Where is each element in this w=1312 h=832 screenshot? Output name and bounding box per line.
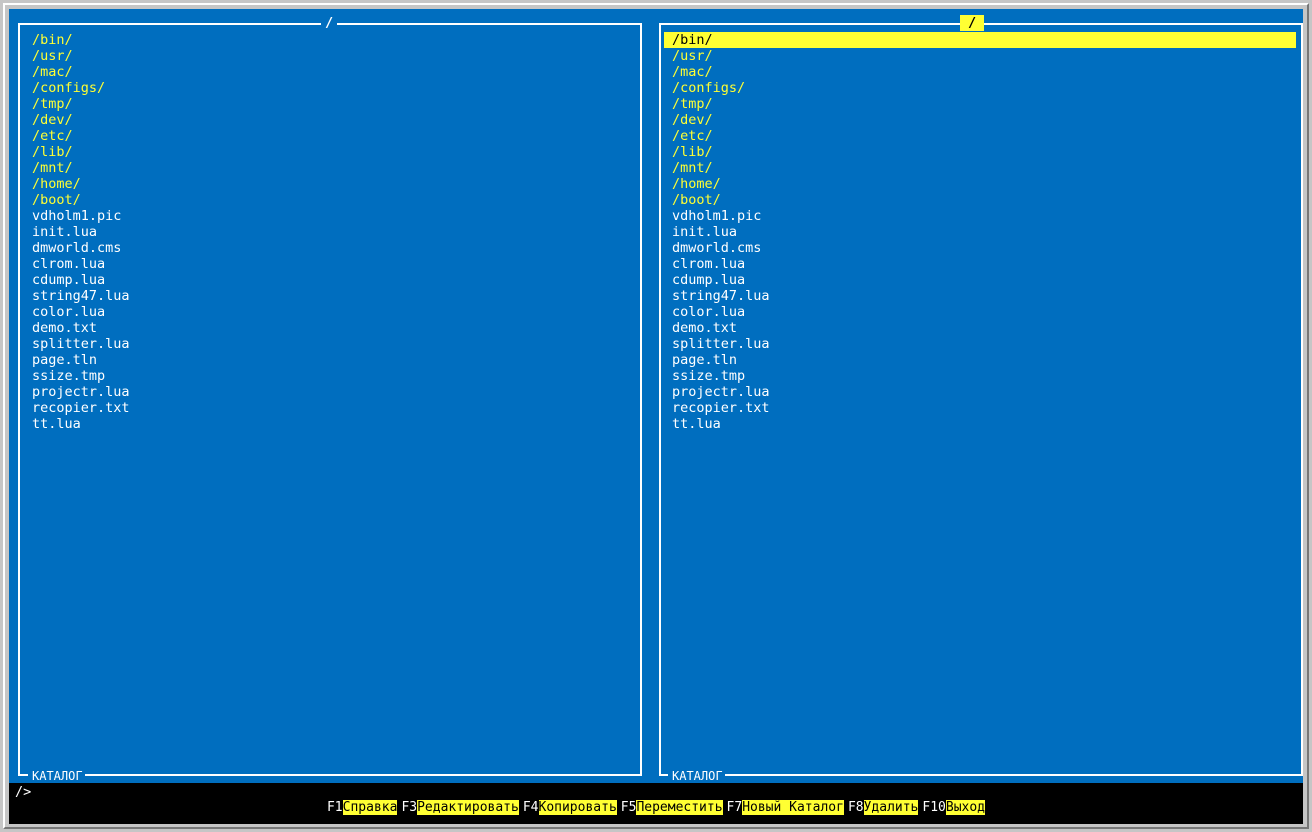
fkey-label: Редактировать (417, 800, 519, 815)
fkey-f1[interactable]: F1Справка (326, 799, 398, 817)
file-item[interactable]: string47.lua (32, 288, 639, 304)
file-item[interactable]: color.lua (32, 304, 639, 320)
file-item[interactable]: tt.lua (672, 416, 1296, 432)
file-item[interactable]: splitter.lua (672, 336, 1296, 352)
file-item[interactable]: ssize.tmp (32, 368, 639, 384)
fkey-f3[interactable]: F3Редактировать (401, 799, 519, 817)
right-file-list[interactable]: /bin//usr//mac//configs//tmp//dev//etc//… (664, 32, 1296, 432)
left-panel[interactable]: / /bin//usr//mac//configs//tmp//dev//etc… (9, 9, 649, 783)
directory-item[interactable]: /boot/ (672, 192, 1296, 208)
file-item[interactable]: dmworld.cms (32, 240, 639, 256)
fkey-label: Новый Каталог (742, 800, 844, 815)
file-item[interactable]: color.lua (672, 304, 1296, 320)
fkey-label: Копировать (538, 800, 617, 815)
directory-item[interactable]: /mnt/ (672, 160, 1296, 176)
directory-item[interactable]: /tmp/ (32, 96, 639, 112)
directory-item[interactable]: /mnt/ (32, 160, 639, 176)
fkey-label: Выход (945, 800, 986, 815)
fkey-number: F1 (326, 800, 343, 815)
terminal-screen: / /bin//usr//mac//configs//tmp//dev//etc… (9, 9, 1303, 824)
directory-item[interactable]: /mac/ (672, 64, 1296, 80)
fkey-f5[interactable]: F5Переместить (621, 799, 723, 817)
directory-item[interactable]: /home/ (672, 176, 1296, 192)
right-panel-footer: КАТАЛОГ (668, 769, 725, 783)
directory-item[interactable]: /configs/ (32, 80, 639, 96)
file-item[interactable]: demo.txt (32, 320, 639, 336)
fkey-label: Удалить (863, 800, 919, 815)
fkey-label: Переместить (636, 800, 723, 815)
fkey-f8[interactable]: F8Удалить (847, 799, 919, 817)
directory-item[interactable]: /configs/ (672, 80, 1296, 96)
right-panel[interactable]: / /bin//usr//mac//configs//tmp//dev//etc… (649, 9, 1303, 783)
directory-item[interactable]: /tmp/ (672, 96, 1296, 112)
fkey-number: F10 (922, 800, 946, 815)
directory-item[interactable]: /home/ (32, 176, 639, 192)
fkey-f10[interactable]: F10Выход (922, 799, 986, 817)
left-panel-title: / (321, 15, 338, 31)
left-file-list[interactable]: /bin//usr//mac//configs//tmp//dev//etc//… (32, 32, 639, 432)
file-item[interactable]: cdump.lua (32, 272, 639, 288)
fkey-number: F3 (401, 800, 418, 815)
fkey-number: F7 (726, 800, 743, 815)
right-panel-title: / (960, 15, 985, 31)
left-panel-footer: КАТАЛОГ (28, 769, 85, 783)
directory-item[interactable]: /usr/ (672, 48, 1296, 64)
file-item[interactable]: vdholm1.pic (672, 208, 1296, 224)
file-item[interactable]: clrom.lua (32, 256, 639, 272)
file-item[interactable]: cdump.lua (672, 272, 1296, 288)
file-item[interactable]: recopier.txt (32, 400, 639, 416)
file-item[interactable]: ssize.tmp (672, 368, 1296, 384)
file-item[interactable]: vdholm1.pic (32, 208, 639, 224)
directory-item[interactable]: /boot/ (32, 192, 639, 208)
file-item[interactable]: clrom.lua (672, 256, 1296, 272)
fkey-f7[interactable]: F7Новый Каталог (727, 799, 844, 817)
file-item[interactable]: recopier.txt (672, 400, 1296, 416)
directory-item[interactable]: /dev/ (672, 112, 1296, 128)
file-item[interactable]: tt.lua (32, 416, 639, 432)
file-item[interactable]: string47.lua (672, 288, 1296, 304)
fkey-f4[interactable]: F4Копировать (523, 799, 617, 817)
fkey-label: Справка (342, 800, 398, 815)
file-item[interactable]: projectr.lua (672, 384, 1296, 400)
file-item[interactable]: projectr.lua (32, 384, 639, 400)
fkey-number: F8 (847, 800, 864, 815)
file-item[interactable]: demo.txt (672, 320, 1296, 336)
directory-item[interactable]: /lib/ (32, 144, 639, 160)
directory-item[interactable]: /dev/ (32, 112, 639, 128)
directory-item[interactable]: /bin/ (32, 32, 639, 48)
panels-area: / /bin//usr//mac//configs//tmp//dev//etc… (9, 9, 1303, 783)
directory-item[interactable]: /lib/ (672, 144, 1296, 160)
file-item[interactable]: init.lua (32, 224, 639, 240)
directory-item[interactable]: /etc/ (32, 128, 639, 144)
command-line[interactable]: /> (15, 784, 31, 800)
directory-item[interactable]: /mac/ (32, 64, 639, 80)
fkey-number: F5 (620, 800, 637, 815)
window-frame: / /bin//usr//mac//configs//tmp//dev//etc… (0, 0, 1312, 832)
file-item[interactable]: dmworld.cms (672, 240, 1296, 256)
file-item[interactable]: page.tln (32, 352, 639, 368)
directory-item[interactable]: /bin/ (664, 32, 1296, 48)
file-item[interactable]: splitter.lua (32, 336, 639, 352)
fkey-number: F4 (522, 800, 539, 815)
function-key-bar: F1Справка F3Редактировать F4Копировать F5Пе… (9, 799, 1303, 817)
directory-item[interactable]: /etc/ (672, 128, 1296, 144)
file-item[interactable]: page.tln (672, 352, 1296, 368)
file-item[interactable]: init.lua (672, 224, 1296, 240)
directory-item[interactable]: /usr/ (32, 48, 639, 64)
